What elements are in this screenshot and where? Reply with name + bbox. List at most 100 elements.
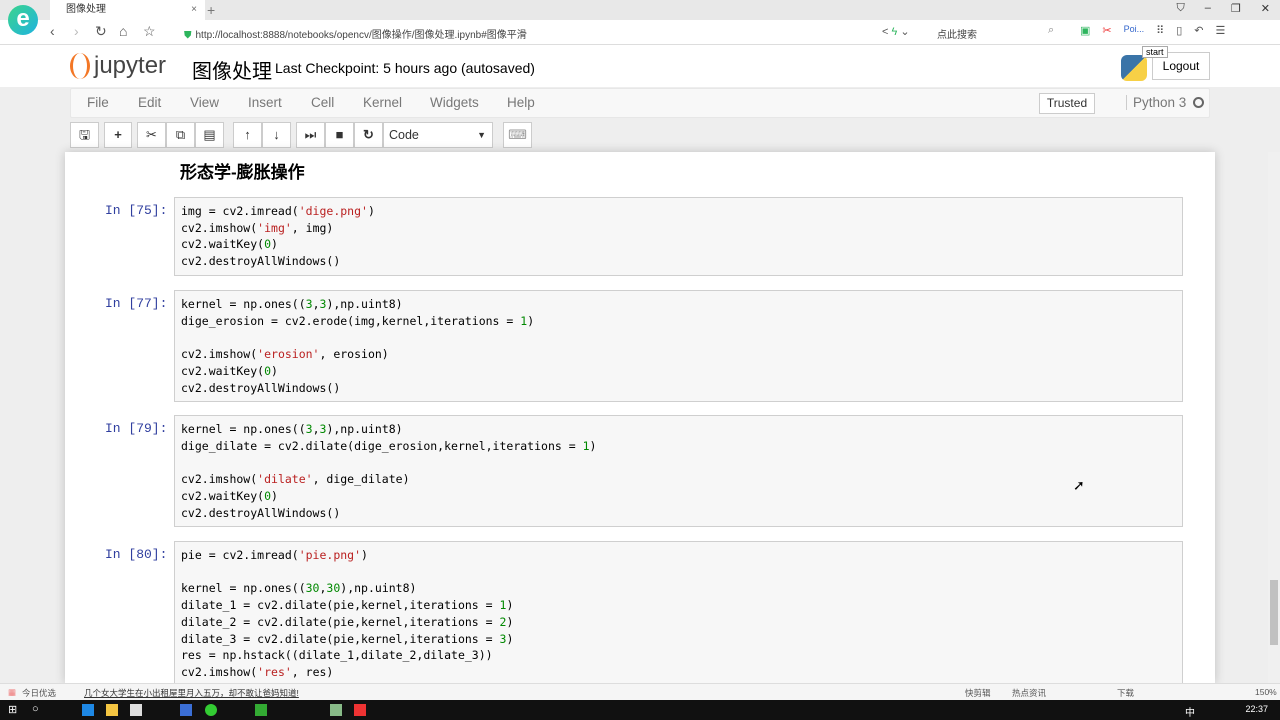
menu-edit[interactable]: Edit xyxy=(138,95,161,110)
app-icon[interactable] xyxy=(330,704,342,716)
code-input[interactable]: pie = cv2.imread('pie.png') kernel = np.… xyxy=(174,541,1183,683)
move-up-button[interactable]: ↑ xyxy=(233,122,262,148)
restart-button[interactable]: ↻ xyxy=(354,122,383,148)
input-prompt: In [75]: xyxy=(105,203,168,218)
app-icon[interactable] xyxy=(354,704,366,716)
jupyter-logo[interactable]: jupyter xyxy=(70,52,166,80)
interrupt-button[interactable]: ■ xyxy=(325,122,354,148)
store-icon[interactable] xyxy=(130,704,142,716)
explorer-icon[interactable] xyxy=(106,704,118,716)
share-icon[interactable]: < ϟ ⌄ xyxy=(882,25,910,38)
status-item-clip[interactable]: 快剪辑 xyxy=(965,687,991,699)
url-text: http://localhost:8888/notebooks/opencv/图… xyxy=(195,30,527,41)
trusted-badge[interactable]: Trusted xyxy=(1039,93,1095,114)
menu-icon[interactable]: ☰ xyxy=(1215,24,1225,37)
cut-button[interactable]: ✂ xyxy=(137,122,166,148)
close-tab-icon[interactable]: × xyxy=(191,0,197,20)
search-circle-icon[interactable]: ○ xyxy=(32,703,39,715)
search-input[interactable]: 点此搜索 xyxy=(937,26,1057,41)
copy-icon: ⧉ xyxy=(175,127,186,142)
menu-widgets[interactable]: Widgets xyxy=(430,95,479,110)
input-prompt: In [80]: xyxy=(105,547,168,562)
input-prompt: In [77]: xyxy=(105,296,168,311)
menu-cell[interactable]: Cell xyxy=(311,95,334,110)
paste-button[interactable]: ▤ xyxy=(195,122,224,148)
save-icon: 🖫 xyxy=(78,127,91,142)
copy-button[interactable]: ⧉ xyxy=(166,122,195,148)
close-window-icon[interactable]: ✕ xyxy=(1261,2,1270,15)
browser-logo: e xyxy=(8,5,38,35)
code-input[interactable]: kernel = np.ones((3,3),np.uint8) dige_di… xyxy=(174,415,1183,528)
extension-icon[interactable]: ▣ xyxy=(1080,24,1090,37)
status-item-download[interactable]: 下载 xyxy=(1117,687,1134,699)
windows-start-icon[interactable]: ⊞ xyxy=(8,703,17,716)
star-icon[interactable]: ☆ xyxy=(143,23,156,40)
command-palette-button[interactable]: ⌨ xyxy=(503,122,532,148)
menu-kernel[interactable]: Kernel xyxy=(363,95,402,110)
menu-view[interactable]: View xyxy=(190,95,219,110)
string-literal: 'res' xyxy=(257,664,292,679)
phone-icon[interactable]: ▯ xyxy=(1176,24,1182,37)
menu-help[interactable]: Help xyxy=(507,95,535,110)
apps-icon[interactable]: ⠿ xyxy=(1156,24,1164,37)
extension-label[interactable]: Poi... xyxy=(1124,24,1145,37)
string-literal: 'img' xyxy=(257,220,292,235)
scissors-icon[interactable]: ✂ xyxy=(1102,24,1111,37)
search-icon[interactable]: ⌕ xyxy=(1048,24,1054,37)
minimize-icon[interactable]: – xyxy=(1205,2,1211,15)
move-down-button[interactable]: ↓ xyxy=(262,122,291,148)
number-literal: 1 xyxy=(582,438,590,453)
insert-cell-button[interactable]: + xyxy=(104,122,132,148)
checkpoint-status: Last Checkpoint: 5 hours ago (autosaved) xyxy=(275,60,535,76)
code-input[interactable]: img = cv2.imread('dige.png') cv2.imshow(… xyxy=(174,197,1183,276)
home-icon[interactable]: ⌂ xyxy=(119,23,127,39)
maximize-icon[interactable]: ❐ xyxy=(1231,2,1241,15)
today-picks[interactable]: 今日优选 xyxy=(22,687,56,699)
status-item-news[interactable]: 热点资讯 xyxy=(1012,687,1046,699)
notebook-container: 形态学-膨胀操作 In [75]: img = cv2.imread('dige.… xyxy=(65,152,1215,683)
shield-icon: ⛊ xyxy=(184,30,192,41)
paste-icon: ▤ xyxy=(203,127,216,142)
forward-icon[interactable]: › xyxy=(74,23,79,39)
number-literal: 1 xyxy=(499,598,507,613)
number-literal: 1 xyxy=(520,313,528,328)
address-bar: ‹ › ↻ ⌂ ☆ ⛊ http://localhost:8888/noteboo… xyxy=(0,20,1280,45)
page-scrollbar[interactable] xyxy=(1268,152,1280,683)
clock[interactable]: 22:37 xyxy=(1245,704,1268,714)
code-input[interactable]: kernel = np.ones((3,3),np.uint8) dige_er… xyxy=(174,290,1183,403)
skin-icon[interactable]: ⛉ xyxy=(1177,2,1185,15)
scrollbar-thumb[interactable] xyxy=(1270,580,1278,645)
notebook-name[interactable]: 图像处理 xyxy=(192,55,272,84)
number-literal: 3 xyxy=(305,297,313,311)
menu-file[interactable]: File xyxy=(87,95,109,110)
string-literal: 'dilate' xyxy=(257,472,313,487)
back-icon[interactable]: ‹ xyxy=(50,23,55,39)
browser-status-bar: ▦ 今日优选 几个女大学生在小出租屋里月入五万，却不敢让爸妈知道! 快剪辑 热点… xyxy=(0,683,1280,700)
run-button[interactable]: ⏭ xyxy=(296,122,325,148)
save-button[interactable]: 🖫 xyxy=(70,122,99,148)
cell-type-select[interactable]: Code ▼ xyxy=(383,122,493,148)
stop-icon: ■ xyxy=(335,127,344,142)
number-literal: 3 xyxy=(319,297,327,311)
url-field[interactable]: ⛊ http://localhost:8888/notebooks/opencv/… xyxy=(184,26,527,41)
app-icon[interactable] xyxy=(255,704,267,716)
mouse-cursor-icon: ➚ xyxy=(1073,477,1085,493)
edge-icon[interactable] xyxy=(82,704,94,716)
app-icon[interactable] xyxy=(180,704,192,716)
zoom-level[interactable]: 150% xyxy=(1255,687,1277,697)
undo-icon[interactable]: ↶ xyxy=(1194,24,1203,37)
arrow-down-icon: ↓ xyxy=(273,127,280,142)
restart-icon: ↻ xyxy=(363,127,374,142)
news-link[interactable]: 几个女大学生在小出租屋里月入五万，却不敢让爸妈知道! xyxy=(84,687,299,699)
new-tab-button[interactable]: + xyxy=(207,0,215,20)
brand: jupyter xyxy=(94,52,167,79)
number-literal: 30 xyxy=(326,581,341,596)
ime-indicator[interactable]: 中 xyxy=(1185,704,1195,719)
string-literal: 'erosion' xyxy=(257,347,320,362)
menu-insert[interactable]: Insert xyxy=(248,95,282,110)
window-controls: ⛉ – ❐ ✕ xyxy=(1177,2,1270,15)
app-icon[interactable] xyxy=(205,704,217,716)
reload-icon[interactable]: ↻ xyxy=(95,23,107,40)
number-literal: 0 xyxy=(264,363,272,378)
browser-tab[interactable]: 图像处理 × xyxy=(50,0,205,20)
